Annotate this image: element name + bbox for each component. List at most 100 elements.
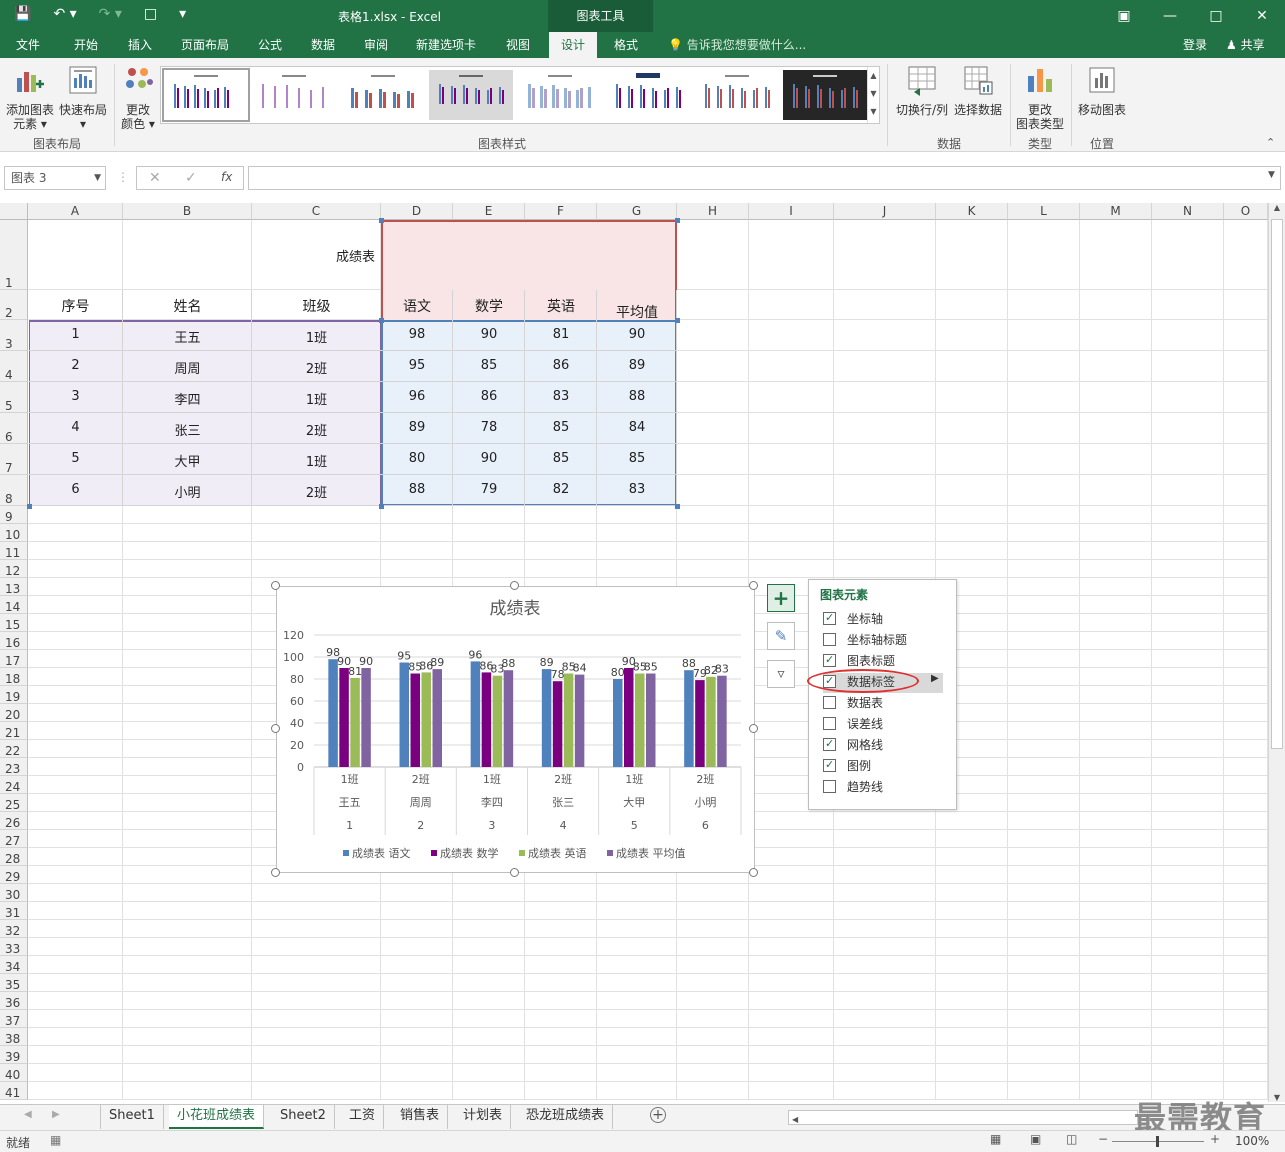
row-header-10[interactable]: 10 bbox=[0, 524, 28, 542]
row-header-35[interactable]: 35 bbox=[0, 974, 28, 992]
table-cell[interactable]: 1班 bbox=[252, 451, 381, 470]
row-header-39[interactable]: 39 bbox=[0, 1046, 28, 1064]
row-header-9[interactable]: 9 bbox=[0, 506, 28, 524]
page-layout-view-icon[interactable]: ▣ bbox=[1030, 1132, 1041, 1146]
checkbox[interactable] bbox=[823, 780, 836, 793]
table-cell[interactable]: 2班 bbox=[252, 482, 381, 501]
row-header-32[interactable]: 32 bbox=[0, 920, 28, 938]
range-handle[interactable] bbox=[675, 218, 680, 223]
zoom-out-icon[interactable]: − bbox=[1098, 1132, 1108, 1146]
table-cell[interactable]: 大甲 bbox=[123, 451, 252, 470]
column-header-h[interactable]: H bbox=[677, 203, 749, 220]
sheet-nav-prev-icon[interactable]: ◀ bbox=[24, 1109, 32, 1120]
page-break-view-icon[interactable]: ◫ bbox=[1066, 1132, 1077, 1146]
column-header-l[interactable]: L bbox=[1008, 203, 1080, 220]
table-cell[interactable]: 1班 bbox=[252, 389, 381, 408]
table-cell[interactable]: 85 bbox=[525, 420, 597, 435]
range-handle[interactable] bbox=[27, 504, 32, 509]
chart-element-item[interactable]: ✓ 坐标轴 bbox=[823, 610, 943, 630]
table-cell[interactable]: 85 bbox=[453, 358, 525, 373]
row-header-4[interactable]: 4 bbox=[0, 351, 28, 382]
column-header-f[interactable]: F bbox=[525, 203, 597, 220]
range-handle[interactable] bbox=[379, 504, 384, 509]
table-cell[interactable]: 85 bbox=[597, 451, 677, 466]
zoom-slider-thumb[interactable] bbox=[1156, 1136, 1159, 1147]
table-cell[interactable]: 2 bbox=[28, 358, 123, 373]
zoom-in-icon[interactable]: + bbox=[1210, 1132, 1220, 1146]
row-header-26[interactable]: 26 bbox=[0, 812, 28, 830]
row-header-37[interactable]: 37 bbox=[0, 1010, 28, 1028]
add-sheet-icon[interactable]: + bbox=[650, 1107, 666, 1123]
row-header-36[interactable]: 36 bbox=[0, 992, 28, 1010]
checkbox[interactable] bbox=[823, 633, 836, 646]
table-cell[interactable]: 张三 bbox=[123, 420, 252, 439]
zoom-slider[interactable] bbox=[1112, 1136, 1204, 1147]
row-header-22[interactable]: 22 bbox=[0, 740, 28, 758]
table-cell[interactable]: 李四 bbox=[123, 389, 252, 408]
table-cell[interactable]: 86 bbox=[453, 389, 525, 404]
column-header-j[interactable]: J bbox=[834, 203, 936, 220]
sheet-tab-dinosaur[interactable]: 恐龙班成绩表 bbox=[518, 1105, 614, 1129]
range-handle[interactable] bbox=[379, 218, 384, 223]
table-cell[interactable]: 79 bbox=[453, 482, 525, 497]
scroll-down-icon[interactable]: ▼ bbox=[1269, 1093, 1285, 1102]
sheet-tab-plan[interactable]: 计划表 bbox=[455, 1105, 512, 1129]
checkbox[interactable]: ✓ bbox=[823, 653, 836, 667]
table-cell[interactable]: 90 bbox=[453, 451, 525, 466]
chart-elements-button[interactable]: + bbox=[767, 584, 795, 612]
column-header-d[interactable]: D bbox=[381, 203, 453, 220]
row-header-11[interactable]: 11 bbox=[0, 542, 28, 560]
table-cell[interactable]: 89 bbox=[381, 420, 453, 435]
row-header-2[interactable]: 2 bbox=[0, 290, 28, 320]
row-header-20[interactable]: 20 bbox=[0, 704, 28, 722]
sheet-tab-sheet2[interactable]: Sheet2 bbox=[272, 1105, 335, 1129]
chart-resize-handle[interactable] bbox=[510, 581, 519, 590]
table-cell[interactable]: 6 bbox=[28, 482, 123, 497]
chart-element-item[interactable]: 误差线 bbox=[823, 715, 943, 735]
sheet-tab-salary[interactable]: 工资 bbox=[341, 1105, 385, 1129]
row-header-6[interactable]: 6 bbox=[0, 413, 28, 444]
row-header-19[interactable]: 19 bbox=[0, 686, 28, 704]
checkbox[interactable] bbox=[823, 696, 836, 709]
chart-resize-handle[interactable] bbox=[271, 868, 280, 877]
row-header-21[interactable]: 21 bbox=[0, 722, 28, 740]
chart-resize-handle[interactable] bbox=[749, 724, 758, 733]
range-handle[interactable] bbox=[379, 318, 384, 323]
sheet-nav-next-icon[interactable]: ▶ bbox=[52, 1109, 60, 1120]
row-header-29[interactable]: 29 bbox=[0, 866, 28, 884]
chart-element-item[interactable]: ✓ 图例 bbox=[823, 757, 943, 777]
range-handle[interactable] bbox=[675, 318, 680, 323]
row-header-5[interactable]: 5 bbox=[0, 382, 28, 413]
row-header-25[interactable]: 25 bbox=[0, 794, 28, 812]
table-cell[interactable]: 90 bbox=[453, 327, 525, 342]
macro-record-icon[interactable]: ▦ bbox=[50, 1133, 61, 1147]
chart-resize-handle[interactable] bbox=[749, 581, 758, 590]
chart-resize-handle[interactable] bbox=[749, 868, 758, 877]
row-header-34[interactable]: 34 bbox=[0, 956, 28, 974]
column-header-g[interactable]: G bbox=[597, 203, 677, 220]
table-cell[interactable]: 78 bbox=[453, 420, 525, 435]
sheet-tab-sheet1[interactable]: Sheet1 bbox=[100, 1105, 164, 1129]
row-header-14[interactable]: 14 bbox=[0, 596, 28, 614]
column-header-m[interactable]: M bbox=[1080, 203, 1152, 220]
range-handle[interactable] bbox=[675, 504, 680, 509]
column-header-o[interactable]: O bbox=[1224, 203, 1268, 220]
checkbox[interactable] bbox=[823, 717, 836, 730]
column-header-n[interactable]: N bbox=[1152, 203, 1224, 220]
select-all-corner[interactable] bbox=[0, 203, 28, 220]
table-cell[interactable]: 1 bbox=[28, 327, 123, 342]
table-cell[interactable]: 周周 bbox=[123, 358, 252, 377]
chart-object[interactable]: 成绩表 0 20 40 60 80 100 120 98 95 96 89 80 88 90 85 86 78 90… bbox=[276, 586, 755, 873]
table-cell[interactable]: 2班 bbox=[252, 420, 381, 439]
table-cell[interactable]: 89 bbox=[597, 358, 677, 373]
chart-element-item[interactable]: ✓ 网格线 bbox=[823, 736, 943, 756]
zoom-level[interactable]: 100% bbox=[1235, 1134, 1269, 1148]
row-header-3[interactable]: 3 bbox=[0, 320, 28, 351]
column-header-a[interactable]: A bbox=[28, 203, 123, 220]
table-cell[interactable]: 88 bbox=[381, 482, 453, 497]
chart-element-item[interactable]: 数据表 bbox=[823, 694, 943, 714]
table-cell[interactable]: 90 bbox=[597, 327, 677, 342]
column-header-e[interactable]: E bbox=[453, 203, 525, 220]
table-cell[interactable]: 84 bbox=[597, 420, 677, 435]
scroll-left-icon[interactable]: ◀ bbox=[789, 1115, 798, 1124]
